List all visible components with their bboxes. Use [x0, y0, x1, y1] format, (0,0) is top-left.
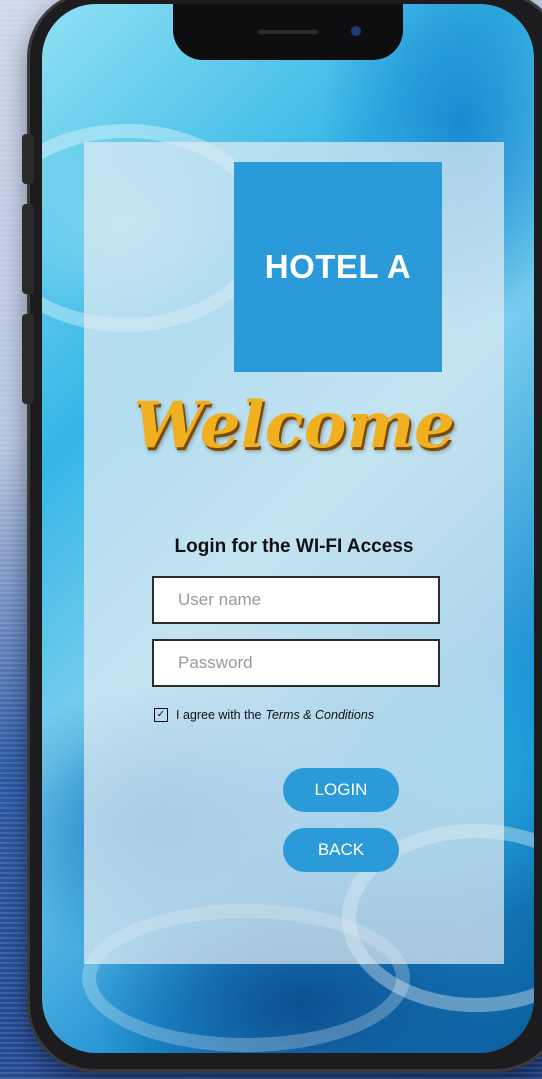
speaker-grille — [258, 30, 318, 34]
password-input[interactable] — [152, 639, 440, 687]
login-panel: HOTEL A Welcome Login for the WI-FI Acce… — [84, 142, 504, 964]
terms-agreement: ✓ I agree with the Terms & Conditions — [154, 708, 374, 722]
volume-up-button — [22, 204, 34, 294]
checkbox-checked-icon[interactable]: ✓ — [154, 708, 168, 722]
terms-prefix: I agree with the — [176, 708, 262, 722]
mute-switch — [22, 134, 34, 184]
phone-frame: HOTEL A Welcome Login for the WI-FI Acce… — [22, 0, 542, 1069]
hotel-logo-text: HOTEL A — [264, 248, 412, 285]
hotel-logo: HOTEL A — [234, 162, 442, 372]
front-camera — [351, 26, 361, 36]
username-input[interactable] — [152, 576, 440, 624]
phone-screen: HOTEL A Welcome Login for the WI-FI Acce… — [42, 4, 534, 1053]
back-button[interactable]: BACK — [283, 828, 399, 872]
phone-notch — [173, 4, 403, 60]
login-button[interactable]: LOGIN — [283, 768, 399, 812]
login-subtitle: Login for the WI-FI Access — [174, 536, 414, 557]
welcome-heading: Welcome — [133, 388, 455, 463]
volume-down-button — [22, 314, 34, 404]
terms-link[interactable]: Terms & Conditions — [265, 708, 374, 722]
